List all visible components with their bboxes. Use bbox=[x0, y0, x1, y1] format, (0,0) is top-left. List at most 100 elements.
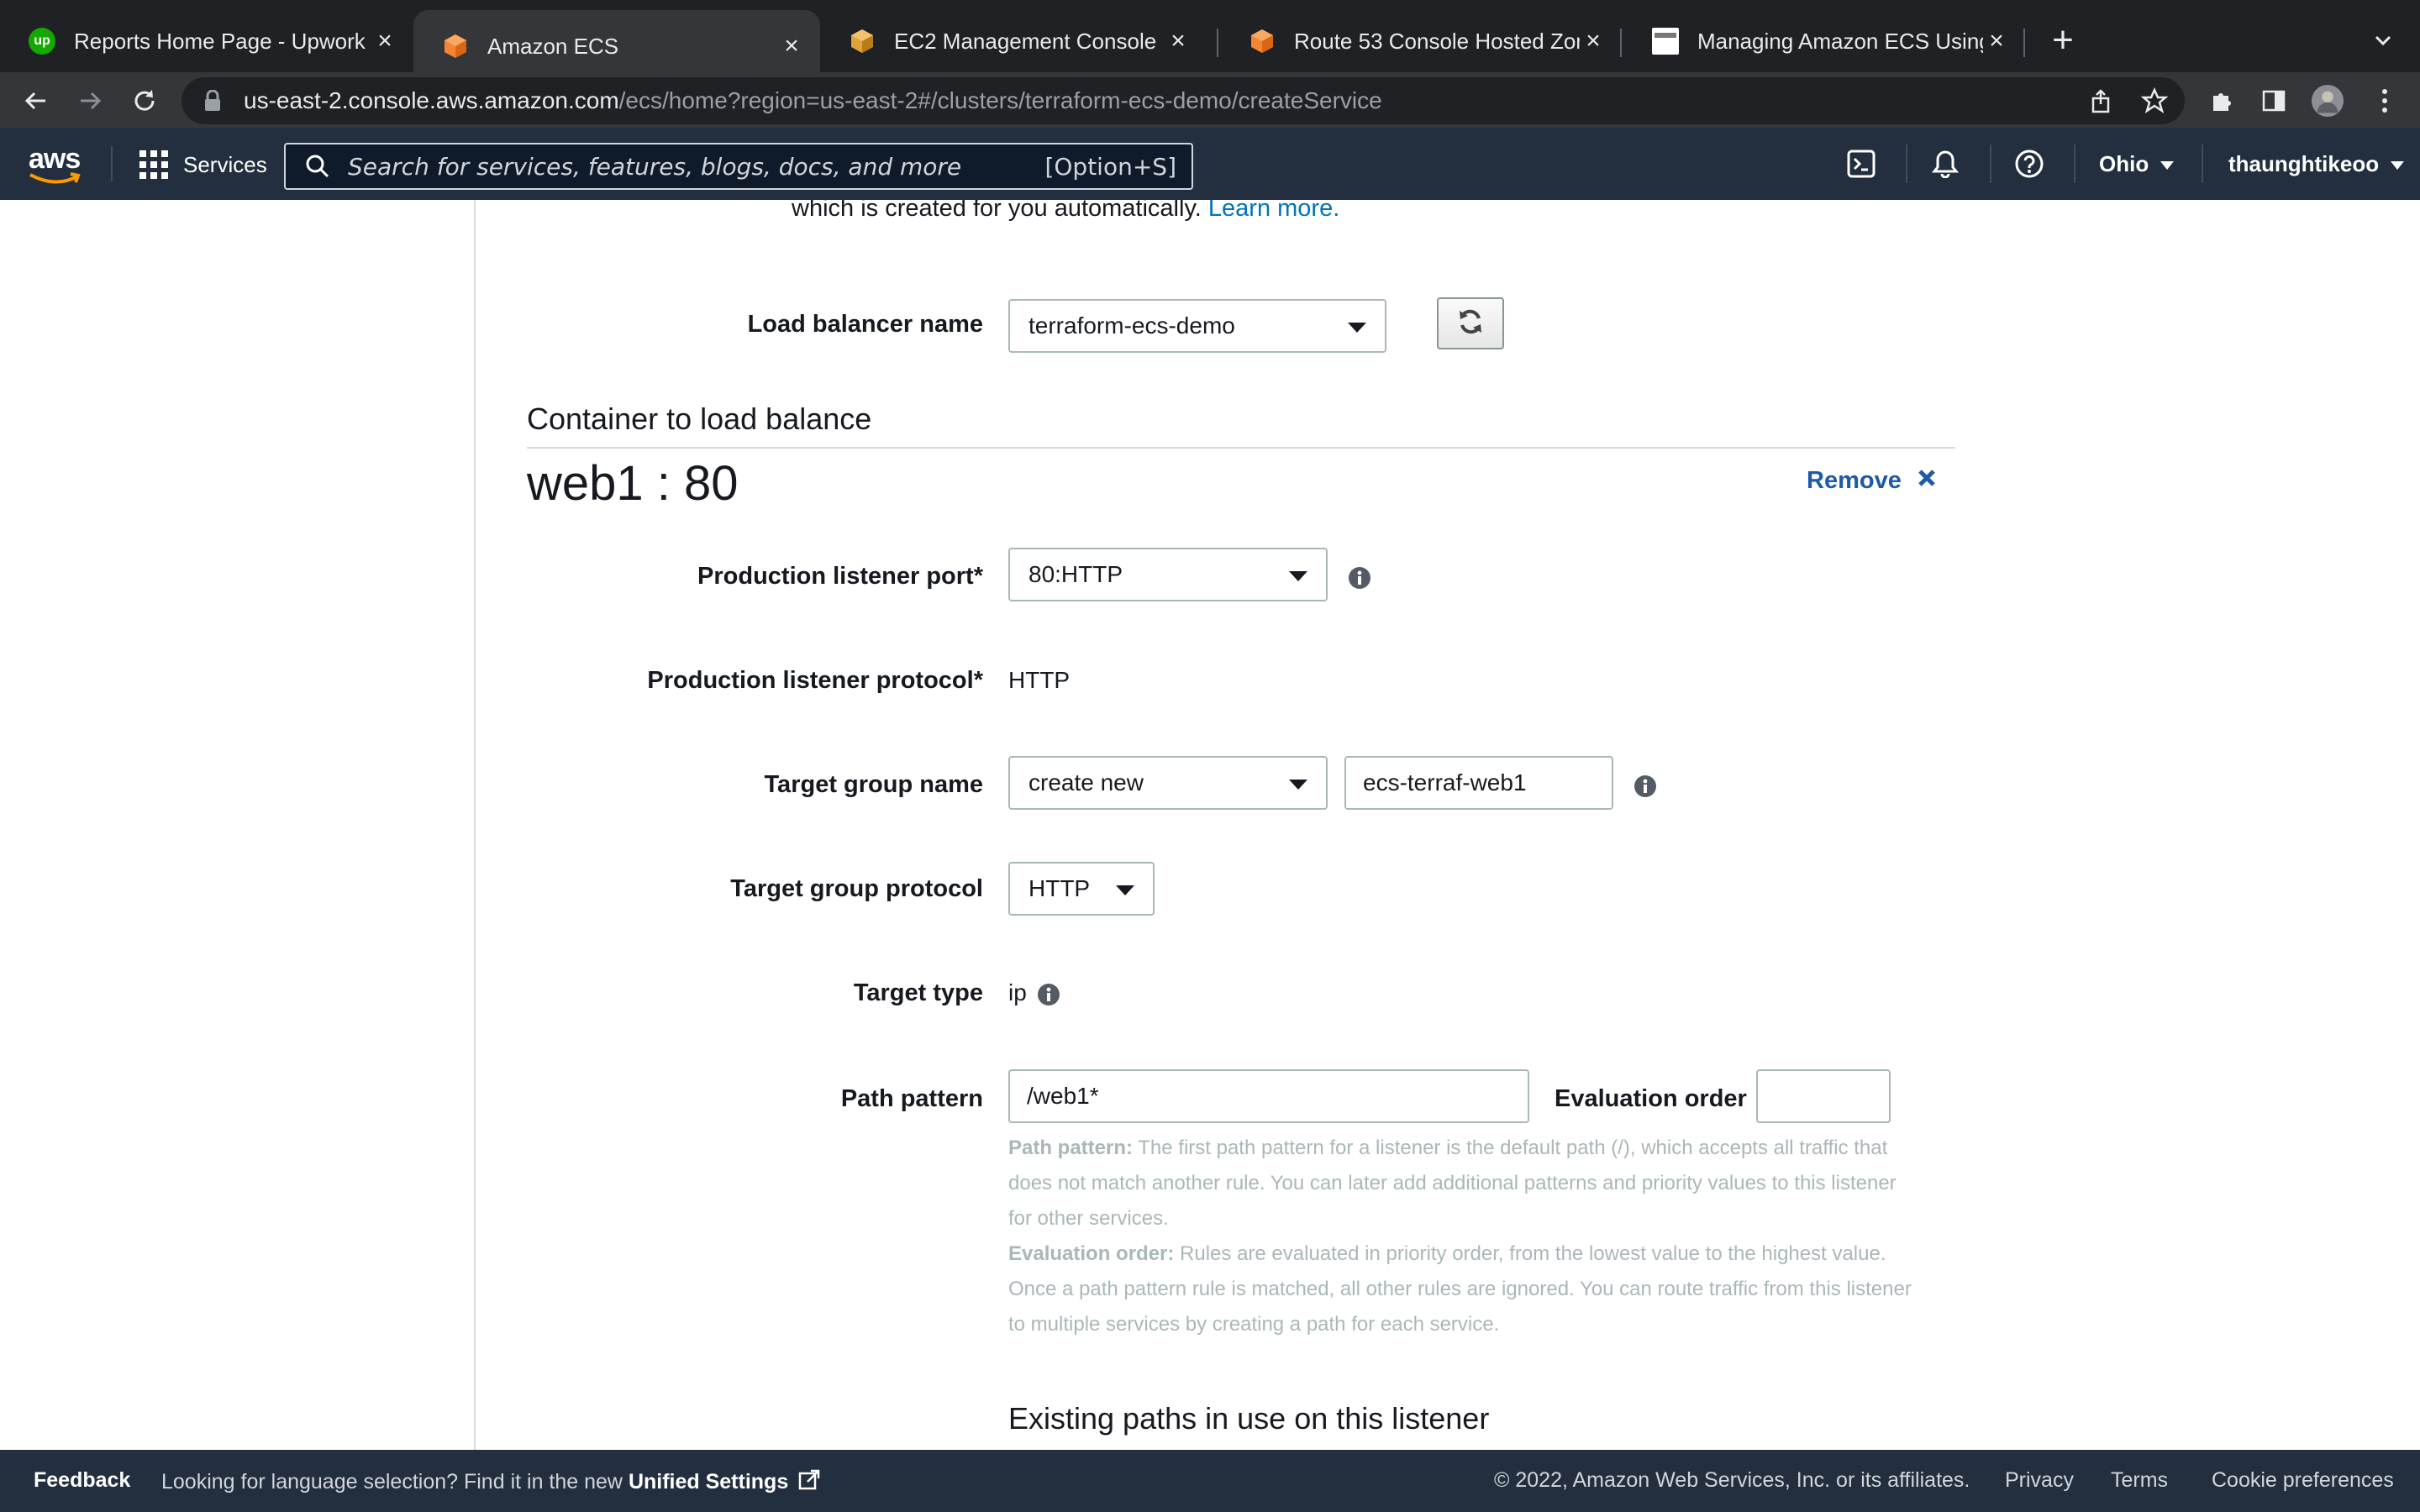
help-question-icon[interactable] bbox=[2012, 146, 2047, 181]
new-tab-plus-icon[interactable]: + bbox=[2044, 22, 2082, 60]
caret-down-icon bbox=[1289, 571, 1307, 581]
aws-search-box[interactable]: [Option+S] bbox=[284, 143, 1193, 190]
path-pattern-label: Path pattern bbox=[840, 1085, 983, 1112]
page-content: which is created for you automatically. … bbox=[0, 200, 2420, 1450]
account-menu[interactable]: thaunghtikeoo bbox=[2228, 151, 2405, 177]
evaluation-order-input[interactable] bbox=[1756, 1069, 1891, 1123]
lock-icon bbox=[203, 89, 222, 112]
back-arrow-icon[interactable] bbox=[18, 84, 52, 118]
tab-title: Route 53 Console Hosted Zone bbox=[1294, 28, 1580, 54]
browser-toolbar: us-east-2.console.aws.amazon.com/ecs/hom… bbox=[0, 72, 2420, 128]
info-icon[interactable] bbox=[1348, 566, 1371, 590]
refresh-icon bbox=[1456, 307, 1485, 340]
refresh-load-balancers-button[interactable] bbox=[1437, 297, 1504, 349]
feedback-link[interactable]: Feedback bbox=[34, 1468, 130, 1493]
tab-close-icon[interactable]: × bbox=[1165, 27, 1192, 55]
cookie-preferences-link[interactable]: Cookie preferences bbox=[2212, 1468, 2394, 1493]
existing-paths-title: Existing paths in use on this listener bbox=[1008, 1401, 1490, 1436]
url-text: us-east-2.console.aws.amazon.com/ecs/hom… bbox=[244, 87, 1382, 113]
target-group-name-input[interactable] bbox=[1344, 756, 1613, 810]
tab-close-icon[interactable]: × bbox=[1580, 27, 1607, 55]
caret-down-icon bbox=[1348, 323, 1366, 333]
aws-logo[interactable]: aws bbox=[29, 143, 86, 184]
caret-down-icon bbox=[2391, 161, 2405, 171]
language-prompt: Looking for language selection? Find it … bbox=[161, 1468, 821, 1498]
tab-separator bbox=[1217, 29, 1218, 57]
share-icon[interactable] bbox=[2084, 84, 2118, 118]
extensions-puzzle-icon[interactable] bbox=[2205, 84, 2238, 118]
evaluation-order-label: Evaluation order bbox=[1555, 1085, 1747, 1112]
tab-separator bbox=[1620, 29, 1622, 57]
aws-cube-icon bbox=[1249, 28, 1276, 55]
listener-port-label: Production listener port* bbox=[697, 563, 983, 590]
services-menu-button[interactable]: Services bbox=[139, 148, 267, 181]
tab-close-icon[interactable]: × bbox=[1983, 27, 2010, 55]
learn-more-link[interactable]: Learn more. bbox=[1208, 200, 1339, 222]
load-balancer-name-select[interactable]: terraform-ecs-demo bbox=[1008, 299, 1386, 353]
nav-divider bbox=[2074, 144, 2075, 183]
search-icon bbox=[304, 153, 331, 180]
external-link-icon bbox=[797, 1468, 821, 1498]
copyright-text: © 2022, Amazon Web Services, Inc. or its… bbox=[1494, 1468, 1970, 1492]
browser-tab-route53[interactable]: Route 53 Console Hosted Zone × bbox=[1220, 10, 1622, 72]
upwork-icon: up bbox=[29, 28, 55, 55]
nav-divider bbox=[111, 146, 113, 181]
nav-divider bbox=[1906, 144, 1907, 183]
ec2-cube-icon bbox=[849, 28, 876, 55]
info-icon[interactable] bbox=[1037, 983, 1060, 1006]
container-heading: web1 : 80 bbox=[527, 456, 739, 511]
create-service-form: which is created for you automatically. … bbox=[476, 200, 2420, 1450]
tab-close-icon[interactable]: × bbox=[778, 32, 805, 60]
caret-down-icon bbox=[1116, 885, 1134, 895]
remove-container-button[interactable]: Remove bbox=[1807, 467, 1937, 495]
target-type-label: Target type bbox=[853, 979, 983, 1006]
path-pattern-input[interactable] bbox=[1008, 1069, 1529, 1123]
cloudshell-icon[interactable] bbox=[1844, 146, 1879, 181]
tab-title: Reports Home Page - Upwork bbox=[74, 28, 366, 54]
listener-port-select[interactable]: 80:HTTP bbox=[1008, 548, 1328, 601]
browser-tab-upwork[interactable]: up Reports Home Page - Upwork × bbox=[0, 10, 413, 72]
services-grid-icon bbox=[139, 150, 168, 179]
unified-settings-link[interactable]: Unified Settings bbox=[629, 1470, 788, 1494]
tab-search-chevron-icon[interactable] bbox=[2368, 25, 2398, 55]
page-icon bbox=[1652, 28, 1679, 55]
aws-cube-icon bbox=[442, 33, 469, 60]
browser-menu-kebab-icon[interactable] bbox=[2368, 84, 2402, 118]
info-icon[interactable] bbox=[1634, 774, 1657, 798]
tab-title: Managing Amazon ECS Using T bbox=[1697, 28, 1983, 54]
notifications-bell-icon[interactable] bbox=[1928, 146, 1963, 181]
tab-separator bbox=[2023, 29, 2025, 57]
caret-down-icon bbox=[2160, 161, 2175, 171]
close-x-icon bbox=[1917, 467, 1937, 495]
browser-tab-managing-ecs[interactable]: Managing Amazon ECS Using T × bbox=[1623, 10, 2025, 72]
terms-link[interactable]: Terms bbox=[2111, 1468, 2168, 1493]
tab-close-icon[interactable]: × bbox=[371, 27, 398, 55]
aws-top-nav: aws Services [Option+S] Ohio thaunghtike… bbox=[0, 128, 2420, 200]
load-balancer-name-label: Load balancer name bbox=[747, 311, 983, 338]
target-group-name-select[interactable]: create new bbox=[1008, 756, 1328, 810]
side-panel-icon[interactable] bbox=[2257, 84, 2291, 118]
target-group-protocol-label: Target group protocol bbox=[730, 875, 983, 902]
browser-tab-strip: up Reports Home Page - Upwork × Amazon E… bbox=[0, 0, 2420, 82]
section-title: Container to load balance bbox=[527, 402, 872, 436]
address-bar[interactable]: us-east-2.console.aws.amazon.com/ecs/hom… bbox=[182, 77, 2185, 124]
profile-avatar-icon[interactable] bbox=[2311, 84, 2344, 118]
bookmark-star-icon[interactable] bbox=[2138, 84, 2171, 118]
path-pattern-help: Path pattern: The first path pattern for… bbox=[1008, 1137, 1912, 1336]
browser-tab-ec2[interactable]: EC2 Management Console × bbox=[820, 10, 1207, 72]
section-divider bbox=[527, 447, 1955, 449]
reload-icon[interactable] bbox=[128, 84, 161, 118]
search-shortcut-hint: [Option+S] bbox=[1044, 152, 1176, 181]
nav-divider bbox=[1990, 144, 1991, 183]
privacy-link[interactable]: Privacy bbox=[2005, 1468, 2074, 1493]
services-label: Services bbox=[183, 151, 267, 177]
listener-protocol-label: Production listener protocol* bbox=[647, 667, 983, 694]
target-group-protocol-select[interactable]: HTTP bbox=[1008, 862, 1155, 916]
forward-arrow-icon[interactable] bbox=[74, 84, 108, 118]
target-type-value: ip bbox=[1008, 979, 1027, 1005]
search-input[interactable] bbox=[331, 152, 1045, 181]
tab-title: Amazon ECS bbox=[487, 33, 619, 59]
target-group-name-label: Target group name bbox=[764, 771, 984, 798]
console-footer: Feedback Looking for language selection?… bbox=[0, 1450, 2420, 1512]
region-selector[interactable]: Ohio bbox=[2099, 151, 2175, 177]
